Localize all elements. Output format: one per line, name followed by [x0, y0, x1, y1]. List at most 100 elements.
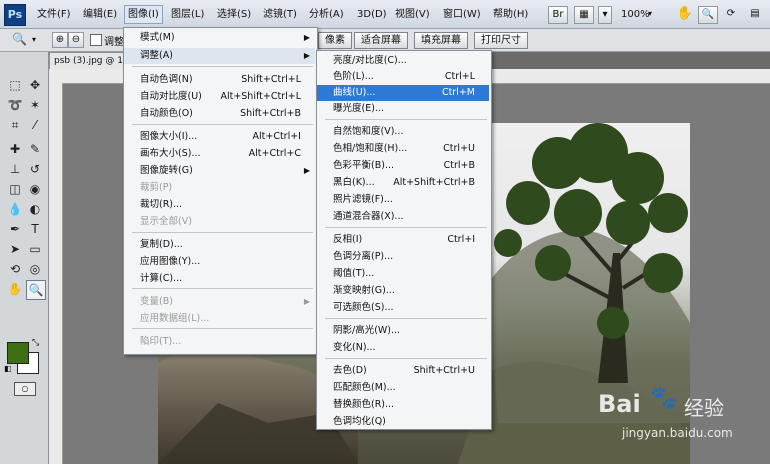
image-menu-item[interactable]: 裁切(R)...	[124, 197, 315, 213]
menu-separator	[132, 66, 313, 67]
hand-tool-box-icon[interactable]: ✋	[6, 280, 24, 298]
menu-item-label: 色彩平衡(B)...	[333, 160, 394, 171]
zoom-in-icon[interactable]: ⊕	[52, 32, 68, 48]
brush-tool-icon[interactable]: ✎	[26, 140, 44, 158]
path-selection-tool-icon[interactable]: ➤	[6, 240, 24, 258]
adjustments-menu-item[interactable]: 色相/饱和度(H)... Ctrl+U	[317, 141, 489, 157]
zoom-out-icon[interactable]: ⊖	[68, 32, 84, 48]
3d-rotate-tool-icon[interactable]: ⟲	[6, 260, 24, 278]
image-menu-item[interactable]: 图像旋转(G) ▶	[124, 163, 315, 179]
blur-tool-icon[interactable]: 💧	[6, 200, 24, 218]
menu-analysis[interactable]: 分析(A)	[306, 6, 347, 23]
adjustments-menu-item[interactable]: 自然饱和度(V)...	[317, 124, 489, 140]
menu-file[interactable]: 文件(F)	[34, 6, 74, 23]
adjustments-menu-item[interactable]: 反相(I) Ctrl+I	[317, 232, 489, 248]
shape-tool-icon[interactable]: ▭	[26, 240, 44, 258]
adjustments-menu-item[interactable]: 阴影/高光(W)...	[317, 323, 489, 339]
menu-item-label: 自然饱和度(V)...	[333, 126, 404, 137]
paint-bucket-tool-icon[interactable]: ◉	[26, 180, 44, 198]
adjustments-menu-item[interactable]: 变化(N)...	[317, 340, 489, 356]
lasso-tool-icon[interactable]: ➰	[6, 96, 24, 114]
menu-image[interactable]: 图像(I)	[124, 5, 163, 24]
print-size-button[interactable]: 打印尺寸	[474, 32, 528, 49]
menu-separator	[132, 232, 313, 233]
quick-mask-icon[interactable]: ○	[14, 382, 36, 396]
adjustments-menu-item[interactable]: 色彩平衡(B)... Ctrl+B	[317, 158, 489, 174]
menu-item-label: 应用图像(Y)...	[140, 256, 201, 267]
menu-help[interactable]: 帮助(H)	[490, 6, 531, 23]
adjustments-menu-item[interactable]: 可选颜色(S)...	[317, 300, 489, 316]
move-tool-icon[interactable]: ✥	[26, 76, 44, 94]
adjustments-menu-item[interactable]: 通道混合器(X)...	[317, 209, 489, 225]
menu-item-label: 计算(C)...	[140, 273, 183, 284]
image-menu-item[interactable]: 复制(D)...	[124, 237, 315, 253]
pen-tool-icon[interactable]: ✒	[6, 220, 24, 238]
resize-windows-checkbox[interactable]	[90, 34, 102, 46]
eyedropper-tool-icon[interactable]: ⁄	[26, 116, 44, 134]
adjustments-menu-item[interactable]: 曝光度(E)...	[317, 101, 489, 117]
zoom-tool-box-icon[interactable]: 🔍	[26, 280, 46, 300]
image-menu-item[interactable]: 自动对比度(U) Alt+Shift+Ctrl+L	[124, 89, 315, 105]
adjustments-menu-item[interactable]: 替换颜色(R)...	[317, 397, 489, 413]
menu-item-label: 自动颜色(O)	[140, 108, 193, 119]
eraser-tool-icon[interactable]: ◫	[6, 180, 24, 198]
adjustments-menu-item[interactable]: 去色(D) Shift+Ctrl+U	[317, 363, 489, 379]
crop-tool-icon[interactable]: ⌗	[6, 116, 24, 134]
menu-view[interactable]: 视图(V)	[392, 6, 433, 23]
menu-layer[interactable]: 图层(L)	[168, 6, 207, 23]
menu-select[interactable]: 选择(S)	[214, 6, 254, 23]
view-extras-icon[interactable]: ▦	[574, 6, 594, 24]
adjustments-menu-item[interactable]: 色调分离(P)...	[317, 249, 489, 265]
zoom-tool-preset-icon[interactable]: 🔍	[12, 32, 27, 46]
adjustments-menu-item[interactable]: 亮度/对比度(C)...	[317, 53, 489, 69]
history-brush-tool-icon[interactable]: ↺	[26, 160, 44, 178]
healing-brush-tool-icon[interactable]: ✚	[6, 140, 24, 158]
adjustments-menu-item[interactable]: 色调均化(Q)	[317, 414, 489, 430]
zoom-tool-icon[interactable]: 🔍	[698, 6, 718, 24]
image-menu-item[interactable]: 自动颜色(O) Shift+Ctrl+B	[124, 106, 315, 122]
adjustments-menu-item[interactable]: 色阶(L)... Ctrl+L	[317, 69, 489, 85]
image-menu-item[interactable]: 画布大小(S)... Alt+Ctrl+C	[124, 146, 315, 162]
swap-colors-icon[interactable]: ⤡	[32, 338, 39, 348]
image-menu-item[interactable]: 应用图像(Y)...	[124, 254, 315, 270]
image-menu-item[interactable]: 自动色调(N) Shift+Ctrl+L	[124, 72, 315, 88]
hand-tool-icon[interactable]: ✋	[676, 6, 694, 22]
menu-3d[interactable]: 3D(D)	[354, 6, 390, 23]
menu-item-label: 替换颜色(R)...	[333, 399, 395, 410]
adjustments-menu-item[interactable]: 阈值(T)...	[317, 266, 489, 282]
preset-dropdown-icon[interactable]: ▾	[32, 35, 36, 44]
image-menu-item[interactable]: 图像大小(I)... Alt+Ctrl+I	[124, 129, 315, 145]
menu-filter[interactable]: 滤镜(T)	[260, 6, 300, 23]
clone-stamp-tool-icon[interactable]: ⊥	[6, 160, 24, 178]
menu-item-label: 曝光度(E)...	[333, 103, 384, 114]
rotate-view-icon[interactable]: ⟳	[722, 6, 740, 22]
image-menu-item: 变量(B) ▶	[124, 294, 315, 310]
image-menu-item[interactable]: 调整(A) ▶	[124, 48, 315, 64]
fill-screen-button[interactable]: 填充屏幕	[414, 32, 468, 49]
menu-window[interactable]: 窗口(W)	[440, 6, 484, 23]
image-menu-item[interactable]: 计算(C)...	[124, 271, 315, 287]
foreground-color-swatch[interactable]	[7, 342, 29, 364]
adjustments-menu-item[interactable]: 黑白(K)... Alt+Shift+Ctrl+B	[317, 175, 489, 191]
zoom-dropdown-icon[interactable]: ▾	[648, 9, 652, 18]
dodge-tool-icon[interactable]: ◐	[26, 200, 44, 218]
default-colors-icon[interactable]: ◧	[4, 364, 12, 373]
adjustments-menu-item[interactable]: 渐变映射(G)...	[317, 283, 489, 299]
marquee-tool-icon[interactable]: ⬚	[6, 76, 24, 94]
menu-edit[interactable]: 编辑(E)	[80, 6, 120, 23]
arrange-documents-icon[interactable]: ▤	[746, 6, 764, 22]
menu-item-label: 通道混合器(X)...	[333, 211, 404, 222]
actual-pixels-button[interactable]: 像素	[318, 32, 352, 49]
adjustments-menu-item[interactable]: 曲线(U)... Ctrl+M	[317, 85, 489, 101]
bridge-icon[interactable]: Br	[548, 6, 568, 24]
image-menu-item[interactable]: 模式(M) ▶	[124, 30, 315, 46]
menu-item-shortcut: Alt+Shift+Ctrl+B	[393, 177, 475, 188]
type-tool-icon[interactable]: T	[26, 220, 44, 238]
dropdown-icon[interactable]: ▾	[598, 6, 612, 24]
adjustments-menu-item[interactable]: 匹配颜色(M)...	[317, 380, 489, 396]
magic-wand-tool-icon[interactable]: ✶	[26, 96, 44, 114]
image-menu-dropdown: 模式(M) ▶ 调整(A) ▶ 自动色调(N) Shift+Ctrl+L 自动对比度(U) A…	[123, 27, 318, 355]
3d-orbit-tool-icon[interactable]: ◎	[26, 260, 44, 278]
adjustments-menu-item[interactable]: 照片滤镜(F)...	[317, 192, 489, 208]
fit-screen-button[interactable]: 适合屏幕	[354, 32, 408, 49]
